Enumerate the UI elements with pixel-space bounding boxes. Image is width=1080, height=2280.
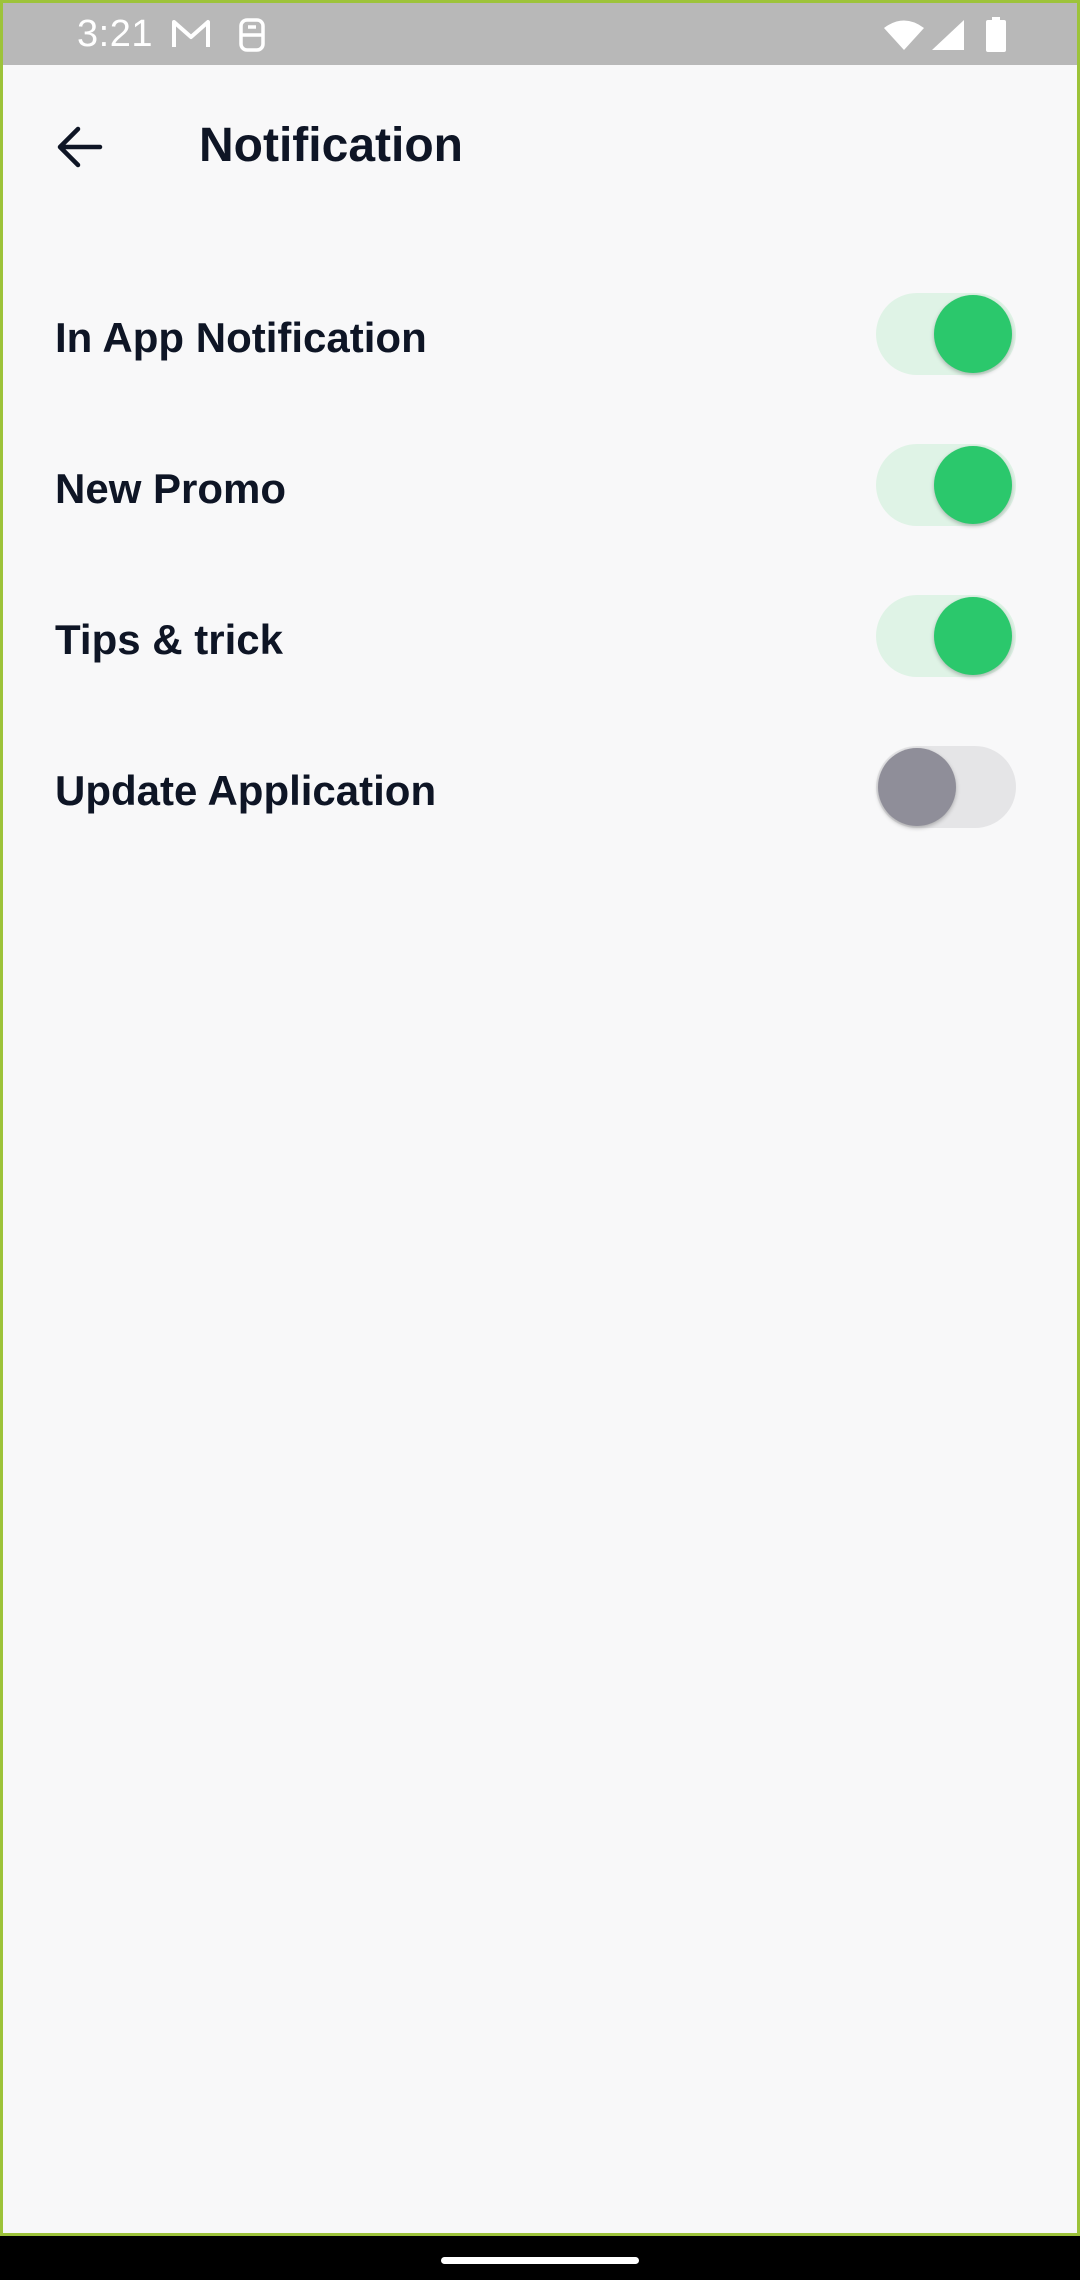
setting-label: Update Application <box>55 767 437 814</box>
in-app-notification-toggle[interactable] <box>876 291 1016 377</box>
page-title: Notification <box>199 119 463 172</box>
toggle-knob <box>878 748 956 826</box>
update-application-toggle[interactable] <box>876 744 1016 830</box>
setting-row-in-app-notification: In App Notification <box>3 273 1077 424</box>
home-gesture-handle[interactable] <box>441 2257 639 2264</box>
wifi-icon <box>883 19 925 56</box>
setting-row-tips-and-trick: Tips & trick <box>3 575 1077 726</box>
tips-and-trick-toggle[interactable] <box>876 593 1016 679</box>
setting-row-update-application: Update Application <box>3 726 1077 877</box>
status-bar: 3:21 <box>3 3 1077 65</box>
arrow-left-icon <box>54 125 104 174</box>
setting-label: Tips & trick <box>55 616 283 663</box>
signal-icon <box>931 19 965 56</box>
new-promo-toggle[interactable] <box>876 442 1016 528</box>
setting-label: In App Notification <box>55 314 427 361</box>
notification-settings-list: In App Notification New Promo Tips & tri… <box>3 273 1077 877</box>
toggle-knob <box>934 446 1012 524</box>
status-time: 3:21 <box>77 13 153 55</box>
back-button[interactable] <box>43 113 115 185</box>
setting-row-new-promo: New Promo <box>3 424 1077 575</box>
toggle-knob <box>934 295 1012 373</box>
sim-icon <box>237 17 267 58</box>
setting-label: New Promo <box>55 465 287 512</box>
gmail-icon <box>171 17 211 56</box>
toggle-knob <box>934 597 1012 675</box>
battery-icon <box>985 17 1007 58</box>
app-screen: 3:21 Notification In App Notification Ne… <box>0 0 1080 2236</box>
